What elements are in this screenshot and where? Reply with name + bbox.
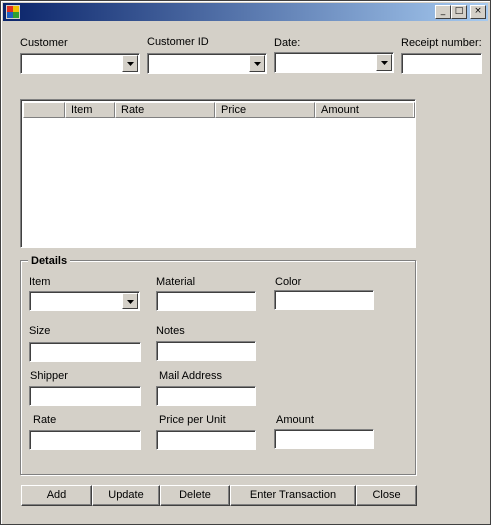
date-label: Date: xyxy=(274,37,301,49)
chevron-down-icon xyxy=(254,62,261,66)
grid-header-item[interactable]: Item xyxy=(65,102,115,118)
customer-combo[interactable] xyxy=(20,53,140,74)
details-title: Details xyxy=(28,255,71,267)
customer-id-label: Customer ID xyxy=(147,36,209,48)
size-field[interactable] xyxy=(29,342,141,362)
delete-button[interactable]: Delete xyxy=(160,485,230,506)
size-label: Size xyxy=(29,325,51,337)
shipper-field[interactable] xyxy=(29,386,141,406)
color-label: Color xyxy=(275,276,302,288)
rate-label: Rate xyxy=(33,414,57,426)
maximize-button[interactable]: □ xyxy=(451,5,467,19)
material-field[interactable] xyxy=(156,291,256,311)
price-per-unit-field[interactable] xyxy=(156,430,256,450)
customer-label: Customer xyxy=(20,37,68,49)
customer-id-combo[interactable] xyxy=(147,53,267,74)
shipper-label: Shipper xyxy=(30,370,68,382)
chevron-down-icon xyxy=(381,61,388,65)
minimize-button[interactable]: _ xyxy=(435,5,451,19)
notes-field[interactable] xyxy=(156,341,256,361)
close-button[interactable]: Close xyxy=(356,485,417,506)
minimize-icon: _ xyxy=(440,6,446,16)
customer-id-dropdown-button[interactable] xyxy=(249,55,265,72)
date-dropdown-button[interactable] xyxy=(376,54,392,71)
grid-header-rate[interactable]: Rate xyxy=(115,102,215,118)
grid-header: Item Rate Price Amount xyxy=(23,102,415,118)
app-icon xyxy=(6,5,20,19)
notes-label: Notes xyxy=(156,325,185,337)
grid-header-rowselector[interactable] xyxy=(23,102,65,118)
date-picker[interactable] xyxy=(274,52,394,73)
receipt-number-label: Receipt number: xyxy=(401,37,482,49)
amount-field[interactable] xyxy=(274,429,374,449)
chevron-down-icon xyxy=(127,300,134,304)
rate-field[interactable] xyxy=(29,430,141,450)
price-per-unit-label: Price per Unit xyxy=(159,414,226,426)
mail-address-label: Mail Address xyxy=(159,370,222,382)
maximize-icon: □ xyxy=(454,6,464,16)
chevron-down-icon xyxy=(127,62,134,66)
item-combo[interactable] xyxy=(29,291,140,311)
amount-label: Amount xyxy=(276,414,314,426)
grid-header-amount[interactable]: Amount xyxy=(315,102,415,118)
enter-transaction-button[interactable]: Enter Transaction xyxy=(230,485,356,506)
update-button[interactable]: Update xyxy=(92,485,160,506)
close-window-button[interactable]: × xyxy=(470,5,486,19)
add-button[interactable]: Add xyxy=(21,485,92,506)
item-label: Item xyxy=(29,276,51,288)
item-dropdown-button[interactable] xyxy=(122,293,138,309)
title-bar[interactable]: _ □ × xyxy=(3,3,488,21)
material-label: Material xyxy=(156,276,196,288)
grid-header-price[interactable]: Price xyxy=(215,102,315,118)
items-grid[interactable]: Item Rate Price Amount xyxy=(20,99,416,248)
mail-address-field[interactable] xyxy=(156,386,256,406)
customer-dropdown-button[interactable] xyxy=(122,55,138,72)
receipt-number-field[interactable] xyxy=(401,53,482,74)
color-field[interactable] xyxy=(274,290,374,310)
close-icon: × xyxy=(474,6,482,16)
